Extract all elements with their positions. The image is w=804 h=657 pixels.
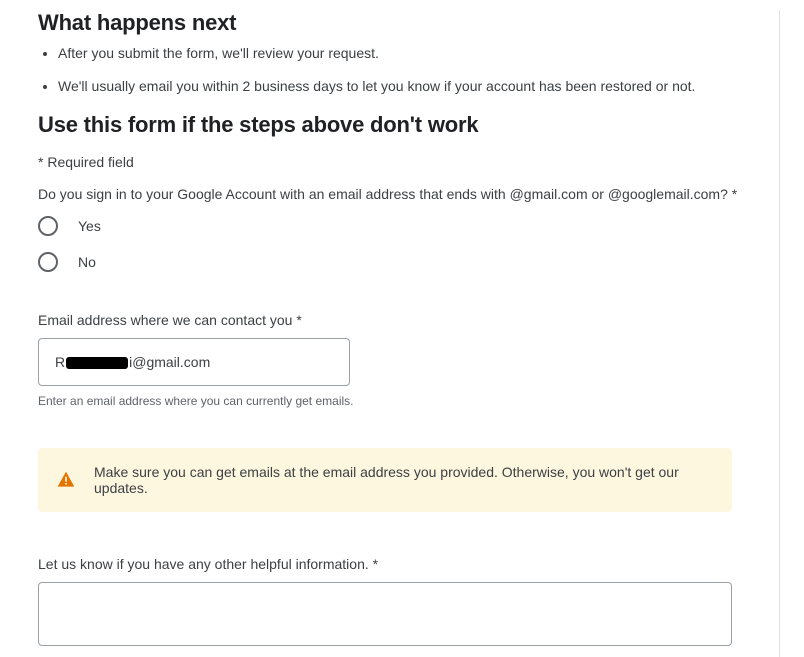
what-happens-next-list: After you submit the form, we'll review … <box>38 42 779 98</box>
signin-radio-group: Yes No <box>38 216 779 272</box>
warning-icon <box>56 470 76 490</box>
radio-option-no[interactable]: No <box>38 252 779 272</box>
contact-email-helper: Enter an email address where you can cur… <box>38 394 779 408</box>
warning-text: Make sure you can get emails at the emai… <box>94 464 714 496</box>
other-info-label: Let us know if you have any other helpfu… <box>38 556 779 572</box>
redacted-icon <box>66 357 128 369</box>
contact-email-label: Email address where we can contact you * <box>38 312 779 328</box>
contact-email-input[interactable]: Ri@gmail.com <box>38 338 350 386</box>
email-prefix: R <box>55 354 65 370</box>
radio-option-yes[interactable]: Yes <box>38 216 779 236</box>
radio-icon[interactable] <box>38 252 58 272</box>
required-note: * Required field <box>38 154 779 170</box>
radio-label: No <box>78 254 96 270</box>
other-info-textarea[interactable] <box>38 582 732 646</box>
signin-question: Do you sign in to your Google Account wi… <box>38 186 779 202</box>
list-item: We'll usually email you within 2 busines… <box>58 75 779 98</box>
use-form-heading: Use this form if the steps above don't w… <box>38 112 779 138</box>
what-happens-next-heading: What happens next <box>38 10 779 36</box>
list-item: After you submit the form, we'll review … <box>58 42 779 65</box>
email-suffix: i@gmail.com <box>129 354 210 370</box>
radio-label: Yes <box>78 218 101 234</box>
radio-icon[interactable] <box>38 216 58 236</box>
warning-banner: Make sure you can get emails at the emai… <box>38 448 732 512</box>
